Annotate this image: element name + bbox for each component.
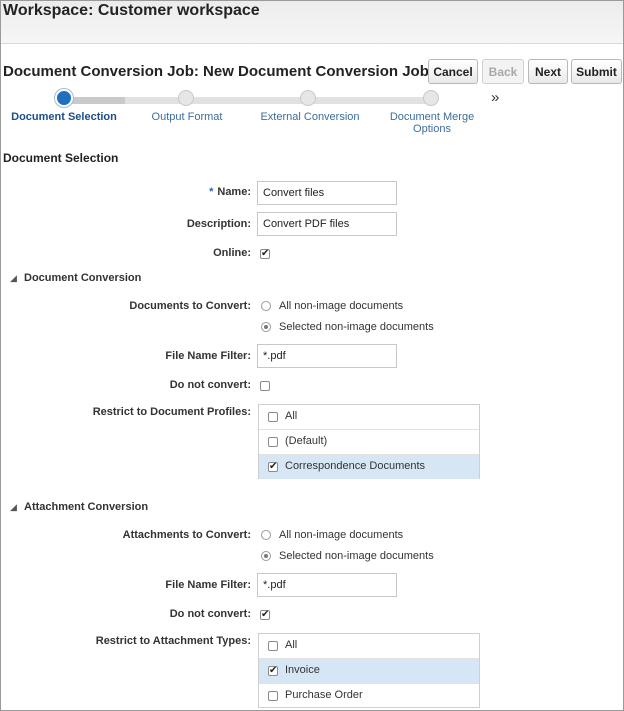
cancel-label: Cancel [433,64,473,79]
description-label: Description: [186,218,251,230]
description-field[interactable]: Convert PDF files [257,212,397,236]
doc-option-all-radio[interactable] [261,301,271,311]
collapse-triangle-icon[interactable]: ◢ [10,273,17,284]
online-label: Online: [213,247,251,259]
train-label-output-format[interactable]: Output Format [137,111,237,123]
restrict-doc-profiles-label: Restrict to Document Profiles: [92,406,251,418]
list-item[interactable]: All [259,405,479,430]
list-item[interactable]: Purchase Order [259,684,479,708]
list-item[interactable]: (Default) [259,430,479,455]
type-all-label: All [285,639,298,651]
doc-file-filter-label: File Name Filter: [165,350,251,362]
att-do-not-convert-label: Do not convert: [169,608,251,620]
double-chevron-right-icon[interactable]: » [491,89,499,106]
attachments-to-convert-label: Attachments to Convert: [122,529,251,541]
type-invoice-label: Invoice [285,664,320,676]
att-option-all-label: All non-image documents [279,529,404,541]
cancel-button[interactable]: Cancel [428,59,478,84]
back-label: Back [488,64,518,79]
doc-file-filter-field[interactable]: *.pdf [257,344,397,368]
profile-default-label: (Default) [285,435,328,447]
train-label-document-merge-options[interactable]: Document Merge Options [387,111,477,135]
doc-option-all-label: All non-image documents [279,300,404,312]
att-file-filter-label: File Name Filter: [165,579,251,591]
job-title: Document Conversion Job: New Document Co… [3,63,429,80]
page-frame: Workspace: Customer workspace Document C… [0,0,624,711]
profile-correspondence-checkbox[interactable] [268,460,278,474]
restrict-attachment-types-label: Restrict to Attachment Types: [95,635,251,647]
collapse-triangle-icon[interactable]: ◢ [10,502,17,513]
att-conversion-title[interactable]: Attachment Conversion [24,501,148,513]
online-checkbox[interactable] [260,247,270,261]
att-option-selected-label: Selected non-image documents [279,550,434,562]
profile-all-checkbox[interactable] [268,412,278,422]
att-file-filter-field[interactable]: *.pdf [257,573,397,597]
att-do-not-convert-checkbox[interactable] [260,608,270,622]
list-item[interactable]: Correspondence Documents [259,455,479,479]
att-option-all-radio[interactable] [261,530,271,540]
submit-button[interactable]: Submit [571,59,622,84]
next-label: Next [535,64,562,79]
documents-to-convert-label: Documents to Convert: [129,300,251,312]
required-icon: * [209,186,214,198]
attachment-types-list[interactable]: All Invoice Purchase Order [258,633,480,708]
workspace-header: Workspace: Customer workspace [1,1,623,44]
profile-correspondence-label: Correspondence Documents [285,460,426,472]
doc-profiles-list[interactable]: All (Default) Correspondence Documents [258,404,480,479]
profile-all-label: All [285,410,298,422]
type-all-checkbox[interactable] [268,641,278,651]
doc-do-not-convert-checkbox[interactable] [260,381,270,391]
submit-label: Submit [576,64,617,79]
doc-option-selected-radio[interactable] [261,322,271,332]
train-label-document-selection[interactable]: Document Selection [4,111,124,123]
doc-option-selected-label: Selected non-image documents [279,321,434,333]
profile-default-checkbox[interactable] [268,437,278,447]
train-progress [64,97,125,104]
train-stop-external-conversion[interactable] [300,90,316,106]
train-stop-output-format[interactable] [178,90,194,106]
name-label: * Name: [209,186,251,198]
section-title: Document Selection [3,151,119,165]
doc-conversion-title[interactable]: Document Conversion [24,272,141,284]
next-button[interactable]: Next [528,59,568,84]
type-invoice-checkbox[interactable] [268,664,278,678]
train-label-external-conversion[interactable]: External Conversion [254,111,366,123]
doc-do-not-convert-label: Do not convert: [169,379,251,391]
train-track [125,97,431,104]
list-item[interactable]: Invoice [259,659,479,684]
train-stop-document-selection[interactable] [55,89,73,107]
workspace-title: Workspace: Customer workspace [3,2,260,19]
list-item[interactable]: All [259,634,479,659]
type-purchase-order-label: Purchase Order [285,689,363,701]
type-purchase-order-checkbox[interactable] [268,691,278,701]
train-stop-document-merge-options[interactable] [423,90,439,106]
att-option-selected-radio[interactable] [261,551,271,561]
back-button[interactable]: Back [482,59,524,84]
name-field[interactable]: Convert files [257,181,397,205]
